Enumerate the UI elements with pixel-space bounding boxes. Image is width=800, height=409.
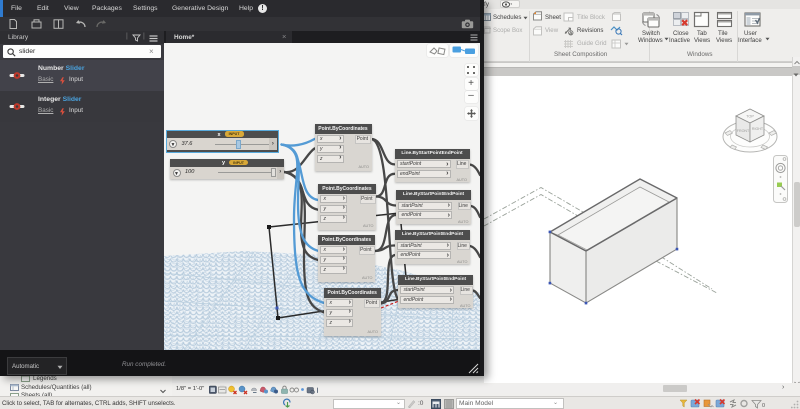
svg-text:0: 0 bbox=[762, 403, 765, 409]
svg-text:FRONT: FRONT bbox=[737, 129, 750, 133]
svg-text:TOP: TOP bbox=[746, 115, 754, 119]
svg-text:RIGHT: RIGHT bbox=[752, 127, 764, 131]
